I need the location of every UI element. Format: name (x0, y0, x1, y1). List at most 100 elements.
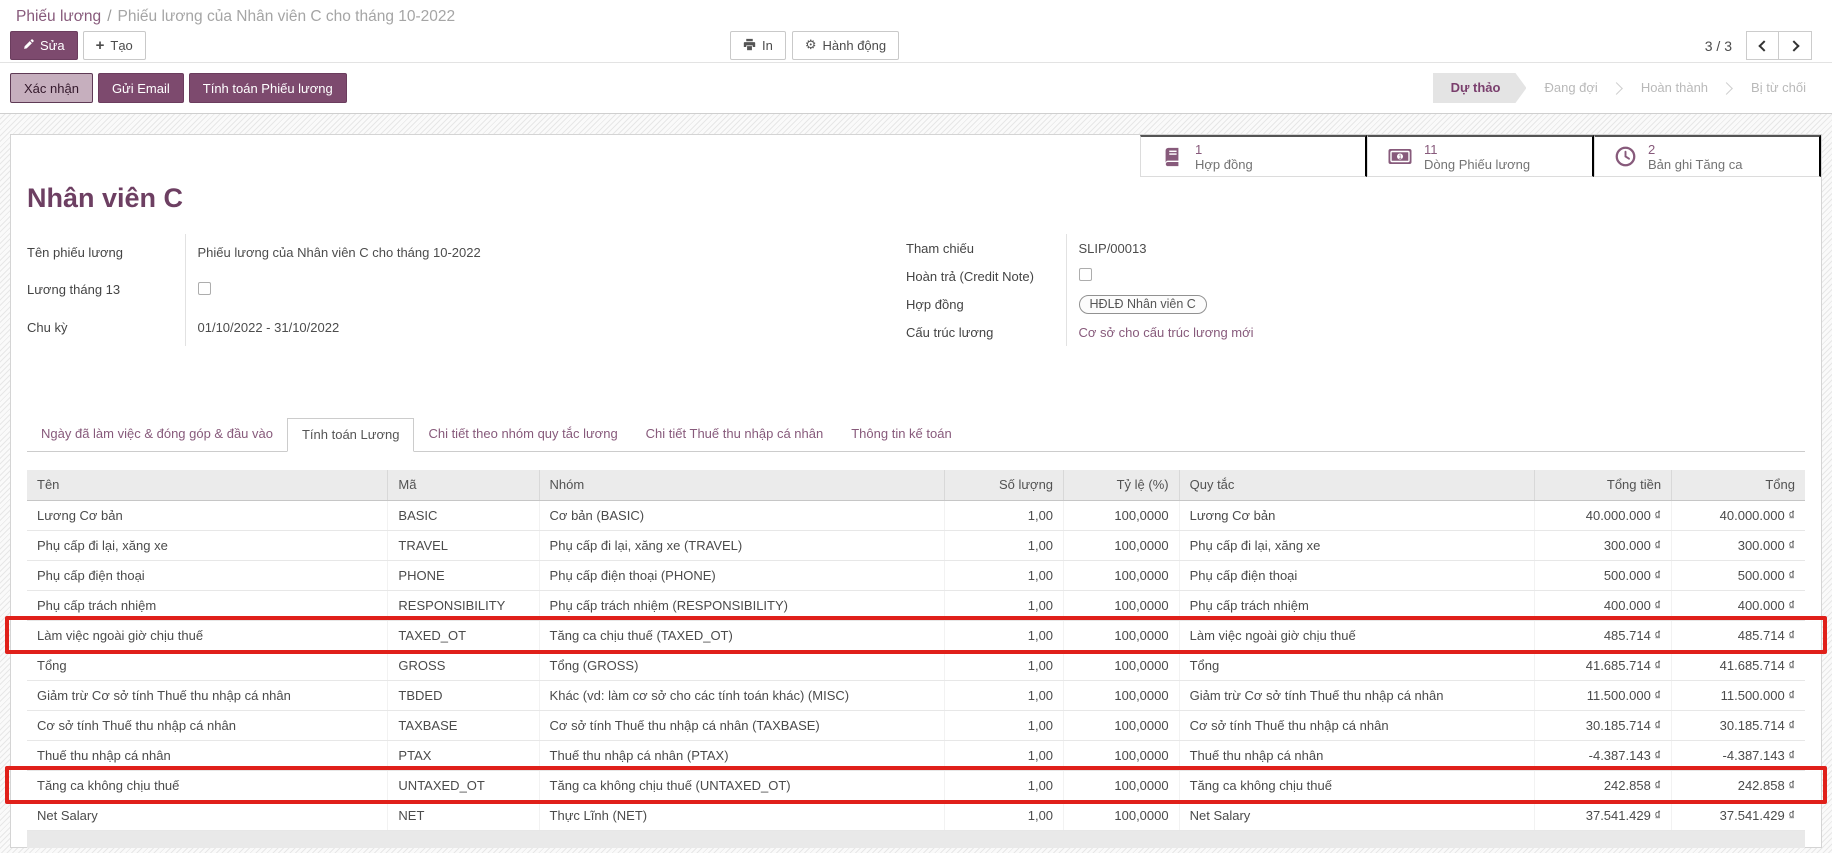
column-header-cat[interactable]: Nhóm (539, 470, 944, 500)
table-row[interactable]: Thuế thu nhập cá nhânPTAXThuế thu nhập c… (27, 740, 1805, 770)
state-done[interactable]: Hoàn thành (1623, 73, 1726, 103)
tab-accounting-info[interactable]: Thông tin kế toán (837, 418, 965, 451)
table-row[interactable]: Cơ sở tính Thuế thu nhập cá nhânTAXBASEC… (27, 710, 1805, 740)
table-row[interactable]: Tăng ca không chịu thuếUNTAXED_OTTăng ca… (27, 770, 1805, 800)
print-button-label: In (762, 38, 773, 53)
pencil-icon (23, 38, 34, 53)
send-email-button[interactable]: Gửi Email (98, 73, 184, 103)
compute-payslip-button[interactable]: Tính toán Phiếu lương (189, 73, 347, 103)
state-draft[interactable]: Dự thảo (1433, 73, 1527, 103)
state-rejected[interactable]: Bị từ chối (1733, 73, 1824, 103)
reference-field-value: SLIP/00013 (1066, 234, 1805, 262)
table-row[interactable]: Lương Cơ bảnBASICCơ bản (BASIC)1,00100,0… (27, 500, 1805, 530)
cell-rate: 100,0000 (1064, 500, 1180, 530)
credit-note-field-label: Hoàn trả (Credit Note) (906, 262, 1066, 290)
cell-name: Thuế thu nhập cá nhân (27, 740, 388, 770)
cell-cat: Phụ cấp trách nhiệm (RESPONSIBILITY) (539, 590, 944, 620)
cell-amt: 40.000.000 ₫ (1535, 500, 1672, 530)
payslip-name-field: Tên phiếu lươngPhiếu lương của Nhân viên… (27, 234, 906, 271)
control-panel: Phiếu lương/Phiếu lương của Nhân viên C … (0, 0, 1832, 62)
cell-rate: 100,0000 (1064, 650, 1180, 680)
cell-rate: 100,0000 (1064, 590, 1180, 620)
cell-name: Tăng ca không chịu thuế (27, 770, 388, 800)
cell-code: PTAX (388, 740, 539, 770)
tab-worked-days[interactable]: Ngày đã làm việc & đóng góp & đầu vào (27, 418, 287, 451)
cell-code: RESPONSIBILITY (388, 590, 539, 620)
cell-rule: Lương Cơ bản (1179, 500, 1535, 530)
cell-rule: Net Salary (1179, 800, 1535, 830)
cell-amt: 400.000 ₫ (1535, 590, 1672, 620)
cell-rule: Làm việc ngoài giờ chịu thuế (1179, 620, 1535, 650)
cell-qty: 1,00 (944, 800, 1063, 830)
cell-qty: 1,00 (944, 650, 1063, 680)
contracts-stat-button[interactable]: 1Hợp đồng (1140, 135, 1367, 177)
table-row[interactable]: TổngGROSSTổng (GROSS)1,00100,0000Tổng41.… (27, 650, 1805, 680)
edit-button[interactable]: Sửa (10, 31, 78, 60)
cell-rate: 100,0000 (1064, 740, 1180, 770)
create-button[interactable]: + Tạo (83, 31, 146, 60)
confirm-button[interactable]: Xác nhận (10, 73, 93, 103)
column-header-amt[interactable]: Tổng tiền (1535, 470, 1672, 500)
cell-code: PHONE (388, 560, 539, 590)
reference-field: Tham chiếuSLIP/00013 (906, 234, 1805, 262)
table-row[interactable]: Net SalaryNETThực Lĩnh (NET)1,00100,0000… (27, 800, 1805, 830)
cell-rule: Phụ cấp đi lại, xăng xe (1179, 530, 1535, 560)
thirteenth-salary-field-label: Lương tháng 13 (27, 271, 185, 308)
tab-personal-income-tax[interactable]: Chi tiết Thuế thu nhập cá nhân (632, 418, 838, 451)
cell-code: NET (388, 800, 539, 830)
svg-text:1: 1 (1398, 154, 1402, 161)
cell-code: TRAVEL (388, 530, 539, 560)
period-field-label: Chu kỳ (27, 309, 185, 346)
overtime-records-stat-button[interactable]: 2Bản ghi Tăng ca (1594, 135, 1821, 177)
salary-structure-field: Cấu trúc lươngCơ sở cho cấu trúc lương m… (906, 318, 1805, 346)
action-button[interactable]: ⚙ Hành động (792, 31, 899, 60)
column-header-code[interactable]: Mã (388, 470, 539, 500)
cell-rate: 100,0000 (1064, 530, 1180, 560)
cell-name: Lương Cơ bản (27, 500, 388, 530)
credit-note-field: Hoàn trả (Credit Note) (906, 262, 1805, 290)
state-waiting[interactable]: Đang đợi (1526, 73, 1615, 103)
salary-lines-table: TênMãNhómSố lượngTỷ lệ (%)Quy tắcTổng ti… (27, 470, 1805, 848)
tab-rule-category-details[interactable]: Chi tiết theo nhóm quy tắc lương (414, 418, 631, 451)
book-icon (1161, 146, 1183, 168)
column-header-qty[interactable]: Số lượng (944, 470, 1063, 500)
column-header-tot[interactable]: Tổng (1672, 470, 1805, 500)
table-row[interactable]: Giảm trừ Cơ sở tính Thuế thu nhập cá nhâ… (27, 680, 1805, 710)
table-row[interactable]: Phụ cấp điện thoạiPHONEPhụ cấp điện thoạ… (27, 560, 1805, 590)
tab-salary-computation[interactable]: Tính toán Lương (287, 418, 414, 452)
thirteenth-salary-field-value (185, 271, 906, 308)
column-header-name[interactable]: Tên (27, 470, 388, 500)
cell-tot: 41.685.714 ₫ (1672, 650, 1805, 680)
table-row[interactable]: Làm việc ngoài giờ chịu thuếTAXED_OTTăng… (27, 620, 1805, 650)
payslip-form-view: Phiếu lương/Phiếu lương của Nhân viên C … (0, 0, 1832, 854)
create-button-label: Tạo (110, 38, 132, 53)
cell-qty: 1,00 (944, 530, 1063, 560)
column-header-rate[interactable]: Tỷ lệ (%) (1064, 470, 1180, 500)
contract-field: Hợp đồngHĐLĐ Nhân viên C (906, 290, 1805, 318)
cell-qty: 1,00 (944, 770, 1063, 800)
table-row[interactable]: Phụ cấp đi lại, xăng xeTRAVELPhụ cấp đi … (27, 530, 1805, 560)
chevron-right-icon (1788, 40, 1799, 51)
cell-qty: 1,00 (944, 620, 1063, 650)
print-button[interactable]: In (730, 31, 786, 60)
payslip-lines-stat-button-text: 11Dòng Phiếu lương (1424, 142, 1530, 172)
cell-tot: 300.000 ₫ (1672, 530, 1805, 560)
contract-field-tag[interactable]: HĐLĐ Nhân viên C (1079, 295, 1207, 314)
column-header-rule[interactable]: Quy tắc (1179, 470, 1535, 500)
cell-amt: 300.000 ₫ (1535, 530, 1672, 560)
breadcrumb-parent-link[interactable]: Phiếu lương (16, 8, 101, 25)
cell-cat: Phụ cấp điện thoại (PHONE) (539, 560, 944, 590)
pager-next-button[interactable] (1779, 31, 1812, 60)
cell-tot: 500.000 ₫ (1672, 560, 1805, 590)
table-row[interactable]: Phụ cấp trách nhiệmRESPONSIBILITYPhụ cấp… (27, 590, 1805, 620)
cell-name: Phụ cấp điện thoại (27, 560, 388, 590)
cell-amt: 30.185.714 ₫ (1535, 710, 1672, 740)
payslip-lines-stat-button[interactable]: 1 11Dòng Phiếu lương (1367, 135, 1594, 177)
cell-rate: 100,0000 (1064, 620, 1180, 650)
pager-previous-button[interactable] (1746, 31, 1779, 60)
salary-structure-field-link[interactable]: Cơ sở cho cấu trúc lương mới (1079, 325, 1254, 340)
contracts-stat-button-text: 1Hợp đồng (1195, 142, 1253, 172)
cell-tot: 11.500.000 ₫ (1672, 680, 1805, 710)
payslip-name-field-value: Phiếu lương của Nhân viên C cho tháng 10… (185, 234, 906, 271)
cell-tot: -4.387.143 ₫ (1672, 740, 1805, 770)
